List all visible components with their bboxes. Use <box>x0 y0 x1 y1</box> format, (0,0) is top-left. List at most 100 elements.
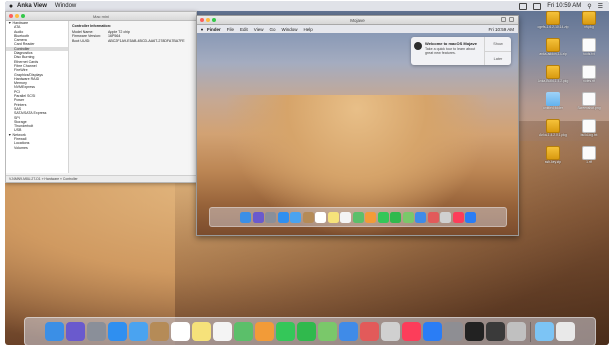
dock-safari-icon[interactable] <box>108 322 127 341</box>
vm-dock-messages-icon[interactable] <box>377 211 389 223</box>
dock-system-preferences-icon[interactable] <box>444 322 463 341</box>
vm-dock-launchpad-icon[interactable] <box>265 211 276 223</box>
notification-later-button[interactable]: Later <box>485 52 511 66</box>
archive-icon <box>546 65 560 79</box>
spotlight-icon[interactable]: ⚲ <box>587 3 591 10</box>
apple-menu-icon[interactable]: ● <box>5 3 17 10</box>
desktop-file[interactable]: tools.txt <box>573 38 605 57</box>
dock-keynote-icon[interactable] <box>339 322 358 341</box>
notification-show-button[interactable]: Show <box>485 37 511 52</box>
desktop-file-label: Anka-Build-1.4.2.pkg <box>537 79 569 83</box>
dock-calendar-icon[interactable] <box>171 322 190 341</box>
vm-dock-notes-icon[interactable] <box>327 211 339 223</box>
desktop-file[interactable]: Screenshot.png <box>573 92 605 111</box>
dock-terminal-icon[interactable] <box>465 322 484 341</box>
notification-body: Take a quick tour to learn about great n… <box>425 47 476 56</box>
desktop-file-label: untitled folder <box>543 106 563 110</box>
desktop-file-label: 1.rtf <box>586 160 592 164</box>
vm-dock-calendar-icon[interactable] <box>315 211 326 223</box>
sysinfo-title: Mac mini <box>92 14 109 19</box>
desktop-file[interactable]: anka-addon-14.zip <box>537 38 569 57</box>
vm-apple-menu-icon[interactable]: ● <box>197 27 207 32</box>
vm-dock-mail-icon[interactable] <box>290 211 301 223</box>
desktop-file[interactable]: build-log.txt <box>573 119 605 138</box>
archive-icon <box>546 119 560 133</box>
app-menu[interactable]: Anka View <box>17 3 47 9</box>
dock-messages-icon[interactable] <box>276 322 295 341</box>
menubar-clock[interactable]: Fri 10:59 AM <box>547 3 581 9</box>
dock-mail-icon[interactable] <box>129 322 148 341</box>
document-icon <box>582 119 596 133</box>
vm-dock-contacts-icon[interactable] <box>302 211 314 223</box>
sidebar-item[interactable]: Volumes <box>6 146 68 150</box>
dock-numbers-icon[interactable] <box>318 322 337 341</box>
sysinfo-titlebar[interactable]: Mac mini <box>6 12 196 21</box>
vm-go-menu[interactable]: Go <box>269 27 275 32</box>
desktop-file[interactable]: xh.pkg <box>573 11 605 30</box>
dock-news-icon[interactable] <box>360 322 379 341</box>
vm-help-menu[interactable]: Help <box>304 27 313 32</box>
archive-icon <box>546 11 560 25</box>
vm-file-menu[interactable]: File <box>227 27 234 32</box>
desktop-file-label: xh.pkg <box>584 25 594 29</box>
dock-maps-icon[interactable] <box>234 322 253 341</box>
dock-reminders-icon[interactable] <box>213 322 232 341</box>
dock-anka-icon[interactable] <box>507 322 526 341</box>
vm-view-menu[interactable]: View <box>254 27 264 32</box>
desktop-file-label: tools.txt <box>583 52 595 56</box>
vm-dock-safari-icon[interactable] <box>277 211 289 223</box>
dock-itunes-icon[interactable] <box>402 322 421 341</box>
vm-dock-downloads-icon[interactable] <box>452 211 464 223</box>
detail-value: ABC2F1A9-E5AB-4BCD-AA6T-278DFA7BA7FE <box>108 38 185 43</box>
vm-dock-books-icon[interactable] <box>415 211 426 223</box>
dock-facetime-icon[interactable] <box>297 322 316 341</box>
dock-trash-icon[interactable] <box>556 322 575 341</box>
vm-dock-app-store-icon[interactable] <box>427 211 439 223</box>
dock-siri-icon[interactable] <box>66 322 85 341</box>
vm-dock-trash-icon[interactable] <box>465 211 476 223</box>
dock-contacts-icon[interactable] <box>150 322 169 341</box>
dock-console-icon[interactable] <box>486 322 505 341</box>
window-menu[interactable]: Window <box>55 3 76 9</box>
dock-stocks-icon[interactable] <box>381 322 400 341</box>
desktop-file-label: ogefs-1.6.2-10.14.zip <box>537 25 569 29</box>
archive-icon <box>546 38 560 52</box>
vm-dock-finder-icon[interactable] <box>240 211 251 223</box>
notification-center-icon[interactable]: ☰ <box>598 3 603 10</box>
desktop-file-label: anka-addon-14.zip <box>539 52 567 56</box>
dock-notes-icon[interactable] <box>192 322 211 341</box>
sysinfo-pathbar: VJ4MN9-M8U-2T-D1 » Hardware » Controller <box>6 175 196 182</box>
vm-dock-facetime-icon[interactable] <box>390 211 401 223</box>
desktop-file[interactable]: ogefs-1.6.2-10.14.zip <box>537 11 569 30</box>
desktop-file[interactable]: notes.rtf <box>573 65 605 84</box>
dock-app-store-icon[interactable] <box>423 322 442 341</box>
vm-dock-photos-icon[interactable] <box>365 211 376 223</box>
battery-icon[interactable] <box>533 2 542 10</box>
vm-dock-siri-icon[interactable] <box>252 211 264 223</box>
vm-edit-menu[interactable]: Edit <box>240 27 248 32</box>
dock-finder-icon[interactable] <box>45 322 64 341</box>
vm-dock-system-preferences-icon[interactable] <box>440 211 451 223</box>
dock-downloads-icon[interactable] <box>535 322 554 341</box>
desktop-file[interactable]: 1.rtf <box>573 146 605 165</box>
archive-icon <box>546 146 560 160</box>
vm-dock-reminders-icon[interactable] <box>340 211 351 223</box>
desktop-file[interactable]: ssh-key.zip <box>537 146 569 165</box>
dock-photos-icon[interactable] <box>255 322 274 341</box>
vm-fullscreen-icon[interactable] <box>509 17 514 22</box>
vm-finder-menu[interactable]: Finder <box>207 27 221 32</box>
vm-titlebar[interactable]: Mojave <box>197 16 518 25</box>
vm-settings-icon[interactable] <box>501 17 506 22</box>
dock-launchpad-icon[interactable] <box>87 322 106 341</box>
desktop-file[interactable]: Anka-Build-1.4.2.pkg <box>537 65 569 84</box>
document-icon <box>582 38 596 52</box>
vm-menubar-clock[interactable]: Fri 10:59 AM <box>488 27 514 32</box>
display-icon[interactable] <box>519 2 528 10</box>
notification-title: Welcome to macOS Mojave <box>425 41 477 46</box>
vm-dock-maps-icon[interactable] <box>352 211 364 223</box>
vm-dock-itunes-icon[interactable] <box>402 211 414 223</box>
welcome-notification[interactable]: Welcome to macOS Mojave Take a quick tou… <box>411 37 511 65</box>
desktop-file[interactable]: Anka-1.4.2.0.1.pkg <box>537 119 569 138</box>
vm-window-menu[interactable]: Window <box>282 27 298 32</box>
desktop-file[interactable]: untitled folder <box>537 92 569 111</box>
